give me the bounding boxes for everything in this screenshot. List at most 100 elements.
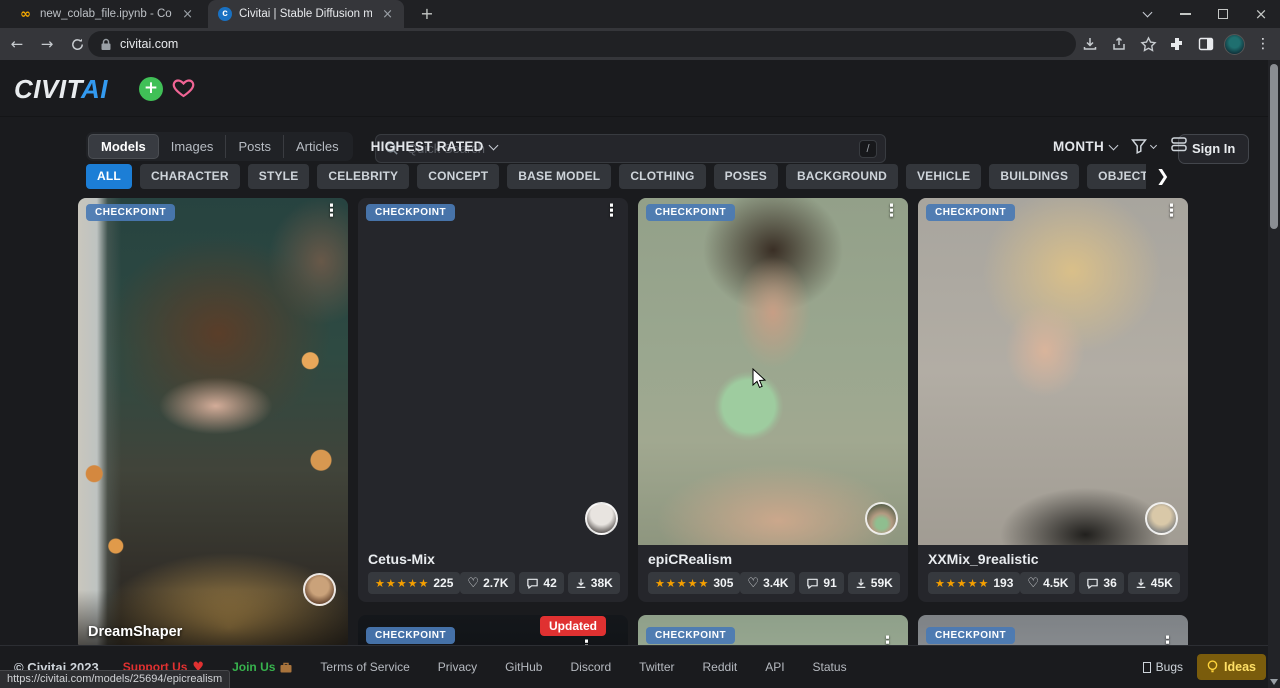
model-type-badge: CHECKPOINT [86, 204, 175, 221]
browser-menu-icon[interactable]: ⋮ [1252, 33, 1274, 55]
chip-clothing[interactable]: CLOTHING [619, 164, 705, 189]
card-menu-icon[interactable]: ⋮ [323, 203, 340, 220]
updated-badge: Updated [540, 616, 606, 636]
bugs-button[interactable]: Bugs [1143, 660, 1183, 674]
address-bar[interactable]: civitai.com [88, 31, 1076, 57]
model-type-badge: CHECKPOINT [646, 627, 735, 644]
browser-toolbar: ← → civitai.com ⋮ [0, 28, 1280, 60]
footer-link-discord[interactable]: Discord [570, 660, 611, 674]
tab-posts[interactable]: Posts [225, 135, 283, 158]
forward-button[interactable]: → [34, 31, 60, 57]
share-icon[interactable] [1108, 33, 1130, 55]
model-preview-image: CHECKPOINT ⋮ [638, 198, 908, 545]
model-card-cetus-mix[interactable]: CHECKPOINT ⋮ Cetus-Mix ★★★★★ 225 ♡2.7K 4… [358, 198, 628, 602]
create-plus-button[interactable]: + [139, 77, 163, 101]
chip-style[interactable]: STYLE [248, 164, 310, 189]
card-menu-icon[interactable]: ⋮ [883, 203, 900, 220]
model-card-epicrealism[interactable]: CHECKPOINT ⋮ epiCRealism ★★★★★ 305 ♡3.4K… [638, 198, 908, 602]
tab-images[interactable]: Images [159, 135, 226, 158]
tab-colab[interactable]: ∞ new_colab_file.ipynb - Colaborat × [8, 0, 204, 28]
model-type-badge: CHECKPOINT [366, 627, 455, 644]
chip-base-model[interactable]: BASE MODEL [507, 164, 611, 189]
heart-icon: ♡ [747, 576, 759, 591]
model-title: DreamShaper [88, 624, 182, 640]
sort-dropdown[interactable]: HIGHEST RATED [371, 139, 497, 154]
bookmark-star-icon[interactable] [1137, 33, 1159, 55]
chip-buildings[interactable]: BUILDINGS [989, 164, 1079, 189]
card-stats: ★★★★★ 193 ♡4.5K 36 45K [928, 572, 1178, 594]
mouse-cursor [752, 368, 767, 395]
scrollbar-down-arrow[interactable] [1270, 679, 1278, 685]
new-tab-button[interactable]: + [414, 2, 440, 28]
footer-link-status[interactable]: Status [813, 660, 847, 674]
chip-character[interactable]: CHARACTER [140, 164, 240, 189]
tab-close-icon[interactable]: × [179, 7, 196, 22]
footer-link-github[interactable]: GitHub [505, 660, 542, 674]
card-stats: ★★★★★ 305 ♡3.4K 91 59K [648, 572, 898, 594]
card-column: CHECKPOINT ⋮ epiCRealism ★★★★★ 305 ♡3.4K… [638, 198, 908, 688]
footer-link-twitter[interactable]: Twitter [639, 660, 674, 674]
footer-link-terms[interactable]: Terms of Service [320, 660, 409, 674]
download-icon [575, 577, 587, 590]
footer-link-reddit[interactable]: Reddit [703, 660, 738, 674]
ideas-button[interactable]: Ideas [1197, 654, 1266, 680]
civitai-logo[interactable]: CIVITAI [14, 74, 108, 105]
favorites-heart-icon[interactable] [171, 76, 196, 101]
chip-poses[interactable]: POSES [714, 164, 778, 189]
footer-link-privacy[interactable]: Privacy [438, 660, 477, 674]
download-icon[interactable] [1079, 33, 1101, 55]
creator-avatar[interactable] [303, 573, 336, 606]
period-dropdown[interactable]: MONTH [1053, 139, 1117, 154]
stat-group: ♡4.5K 36 45K [1020, 572, 1179, 594]
stat-group: ♡2.7K 42 38K [460, 572, 619, 594]
tab-civitai[interactable]: c Civitai | Stable Diffusion models, × [208, 0, 404, 28]
model-type-badge: CHECKPOINT [366, 204, 455, 221]
download-icon [855, 577, 867, 590]
downloads-pill: 45K [1128, 572, 1180, 594]
window-close-button[interactable]: × [1242, 0, 1280, 28]
tab-title: new_colab_file.ipynb - Colaborat [40, 8, 172, 20]
model-title: epiCRealism [648, 551, 898, 567]
card-menu-icon[interactable]: ⋮ [603, 203, 620, 220]
tab-articles[interactable]: Articles [283, 135, 351, 158]
window-minimize-button[interactable] [1166, 0, 1204, 28]
chip-celebrity[interactable]: CELEBRITY [317, 164, 409, 189]
bug-icon [1143, 662, 1151, 673]
tab-close-icon[interactable]: × [379, 7, 396, 22]
chips-scroll-right-icon[interactable]: ❯ [1156, 166, 1169, 185]
chip-concept[interactable]: CONCEPT [417, 164, 499, 189]
filter-funnel-button[interactable] [1131, 138, 1156, 154]
chip-all[interactable]: ALL [86, 164, 132, 189]
model-title: Cetus-Mix [368, 551, 618, 567]
model-card-xxmix[interactable]: CHECKPOINT ⋮ XXMix_9realistic ★★★★★ 193 … [918, 198, 1188, 602]
back-button[interactable]: ← [4, 31, 30, 57]
reload-button[interactable] [64, 31, 90, 57]
card-meta: epiCRealism ★★★★★ 305 ♡3.4K 91 59K [638, 545, 908, 602]
model-card-dreamshaper[interactable]: CHECKPOINT ⋮ DreamShaper [78, 198, 348, 650]
chevron-down-icon [1150, 141, 1157, 148]
chip-vehicle[interactable]: VEHICLE [906, 164, 981, 189]
window-maximize-button[interactable] [1204, 0, 1242, 28]
likes-pill: ♡4.5K [1020, 572, 1075, 594]
page-scrollbar[interactable] [1268, 60, 1280, 688]
window-controls: × [1128, 0, 1280, 28]
layout-toggle-button[interactable] [1170, 136, 1188, 157]
browser-profile-avatar[interactable] [1224, 34, 1245, 55]
chip-objects[interactable]: OBJECTS [1087, 164, 1146, 189]
footer-link-join-us[interactable]: Join Us [232, 660, 292, 674]
footer-link-api[interactable]: API [765, 660, 784, 674]
creator-avatar[interactable] [585, 502, 618, 535]
comment-icon [526, 577, 539, 590]
scrollbar-thumb[interactable] [1270, 64, 1278, 229]
tab-search-icon[interactable] [1128, 0, 1166, 28]
tab-models[interactable]: Models [88, 134, 159, 159]
chip-background[interactable]: BACKGROUND [786, 164, 898, 189]
chevron-down-icon [488, 140, 498, 150]
side-panel-icon[interactable] [1195, 33, 1217, 55]
creator-avatar[interactable] [1145, 502, 1178, 535]
card-menu-icon[interactable]: ⋮ [1163, 203, 1180, 220]
creator-avatar[interactable] [865, 502, 898, 535]
sign-in-button[interactable]: Sign In [1178, 134, 1249, 164]
extensions-puzzle-icon[interactable] [1166, 33, 1188, 55]
model-card-grid: CHECKPOINT ⋮ DreamShaper CHECKPOINT ⋮ Ce… [78, 198, 1188, 688]
